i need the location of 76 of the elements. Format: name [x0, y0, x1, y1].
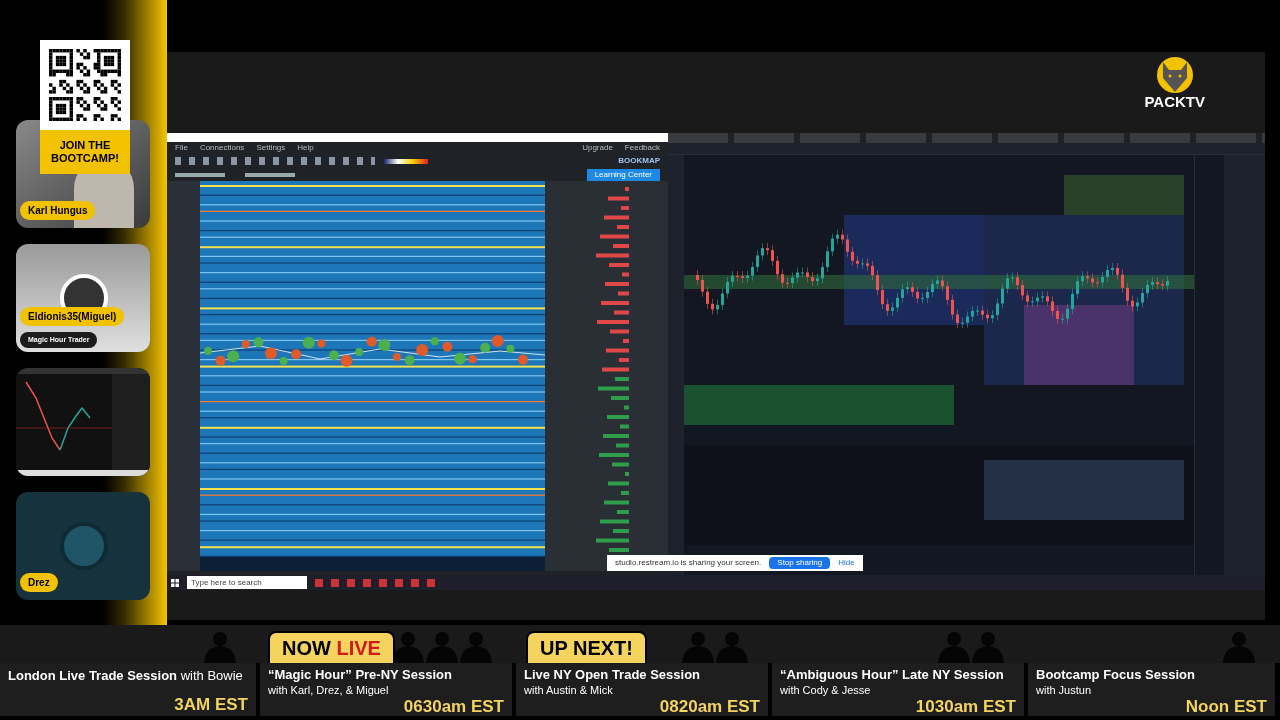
order-size-bar — [608, 481, 629, 486]
qr-code-icon — [49, 49, 121, 121]
order-size-bar — [608, 196, 629, 201]
windows-logo-icon — [171, 578, 179, 587]
session-time: 3AM EST — [174, 695, 248, 714]
status-banner: NOW LIVE — [268, 631, 395, 663]
order-size-bar — [607, 415, 629, 419]
order-size-bar — [612, 462, 629, 467]
session-title: Bootcamp Focus Session — [1036, 667, 1196, 683]
order-size-bar — [600, 519, 629, 524]
order-size-bar — [619, 358, 629, 362]
name-tag: Karl Hungus — [20, 201, 96, 220]
session-title: “Ambiguous Hour” Late NY Session — [780, 667, 1005, 683]
order-size-bar — [613, 529, 629, 533]
order-size-bar — [622, 272, 629, 277]
session-hosts: with Karl, Drez, & Miguel — [268, 683, 390, 697]
notice-text: studio.restream.io is sharing your screen. — [615, 557, 762, 569]
session-title: “Magic Hour” Pre-NY Session — [268, 667, 453, 683]
order-size-bar — [624, 405, 629, 410]
order-size-bar — [596, 253, 629, 258]
menu-item[interactable]: Feedback — [624, 142, 660, 154]
order-size-bar — [601, 301, 629, 305]
order-size-bar — [621, 491, 629, 495]
order-size-bar — [615, 377, 629, 381]
order-size-bar — [604, 500, 629, 505]
order-size-bar — [617, 510, 629, 514]
menu-item[interactable]: Upgrade — [582, 142, 613, 154]
order-size-bar — [604, 215, 629, 220]
stop-sharing-button[interactable]: Stop sharing — [769, 557, 831, 569]
order-size-bar — [606, 348, 629, 353]
order-size-bar — [598, 386, 629, 391]
session-hosts: with Austin & Mick — [524, 683, 614, 697]
menu-item[interactable]: Connections — [199, 142, 245, 154]
order-size-bar — [610, 329, 629, 334]
order-size-bar — [625, 472, 629, 476]
menu-item[interactable]: Settings — [256, 142, 286, 154]
order-size-bar — [620, 424, 629, 429]
order-size-bar — [611, 396, 629, 400]
order-size-bar — [617, 225, 629, 229]
status-banner: UP NEXT! — [526, 631, 647, 663]
menu-item[interactable]: File — [175, 142, 188, 154]
logo-text: PACKTV — [1144, 94, 1205, 110]
order-size-bar — [623, 339, 629, 343]
session-time: 0820am EST — [659, 697, 760, 716]
order-size-bar — [600, 234, 629, 239]
order-size-bar — [599, 453, 629, 457]
session-time: 1030am EST — [915, 697, 1016, 716]
session-hosts: with Justun — [1036, 683, 1093, 697]
hide-link[interactable]: Hide — [838, 557, 855, 569]
order-size-bar — [602, 367, 629, 372]
order-size-bar — [603, 434, 629, 438]
promo-text: JOIN THE BOOTCAMP! — [40, 130, 130, 174]
brand-name: BOOKMAP — [618, 155, 660, 167]
session-hosts: with Cody & Jesse — [780, 683, 872, 697]
order-size-bar — [597, 320, 629, 324]
name-tag: Eldionis35(Miguel) — [20, 307, 125, 326]
order-size-bar — [596, 538, 629, 543]
session-time: 0630am EST — [403, 697, 504, 716]
color-scale-drawing — [383, 158, 428, 164]
order-size-bar — [613, 244, 629, 248]
name-tag: Drez — [20, 573, 58, 592]
order-size-bar — [609, 263, 629, 267]
order-size-bar — [609, 548, 629, 552]
session-title: Live NY Open Trade Session — [524, 667, 702, 683]
order-size-bar — [625, 187, 629, 191]
order-size-bar — [618, 291, 629, 296]
taskbar-search-field[interactable]: Type here to search — [187, 576, 307, 589]
order-size-bar — [614, 310, 629, 315]
order-size-bar — [616, 443, 629, 448]
menu-item[interactable]: Help — [297, 142, 314, 154]
order-size-bar — [621, 206, 629, 210]
session-title: London Live Trade Session with Bowie — [8, 667, 244, 684]
order-size-bar — [605, 282, 629, 286]
learning-center-button[interactable]: Learning Center — [586, 168, 660, 181]
wolf-icon — [1154, 56, 1195, 94]
session-time: Noon EST — [1185, 697, 1267, 716]
